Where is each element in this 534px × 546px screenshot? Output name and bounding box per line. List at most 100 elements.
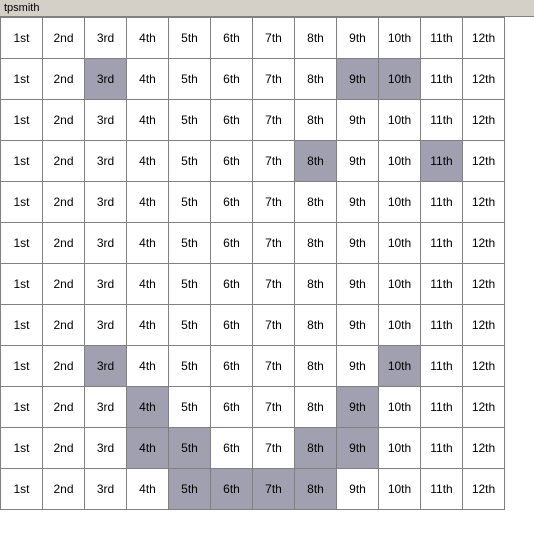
table-cell[interactable]: 12th bbox=[463, 100, 505, 141]
table-cell[interactable]: 7th bbox=[253, 469, 295, 510]
table-cell[interactable]: 11th bbox=[421, 223, 463, 264]
table-cell[interactable]: 8th bbox=[295, 305, 337, 346]
table-cell[interactable]: 4th bbox=[127, 59, 169, 100]
table-cell[interactable]: 8th bbox=[295, 387, 337, 428]
table-cell[interactable]: 4th bbox=[127, 223, 169, 264]
table-cell[interactable]: 1st bbox=[1, 223, 43, 264]
table-cell[interactable]: 6th bbox=[211, 18, 253, 59]
table-cell[interactable]: 12th bbox=[463, 18, 505, 59]
table-cell[interactable]: 3rd bbox=[85, 100, 127, 141]
table-cell[interactable]: 5th bbox=[169, 346, 211, 387]
table-cell[interactable]: 6th bbox=[211, 182, 253, 223]
table-cell[interactable]: 4th bbox=[127, 100, 169, 141]
table-cell[interactable]: 9th bbox=[337, 469, 379, 510]
table-cell[interactable]: 12th bbox=[463, 428, 505, 469]
table-cell[interactable]: 10th bbox=[379, 264, 421, 305]
table-cell[interactable]: 6th bbox=[211, 305, 253, 346]
table-cell[interactable]: 4th bbox=[127, 141, 169, 182]
table-cell[interactable]: 7th bbox=[253, 428, 295, 469]
table-cell[interactable]: 3rd bbox=[85, 59, 127, 100]
table-cell[interactable]: 4th bbox=[127, 305, 169, 346]
table-cell[interactable]: 3rd bbox=[85, 182, 127, 223]
table-cell[interactable]: 12th bbox=[463, 59, 505, 100]
table-cell[interactable]: 10th bbox=[379, 428, 421, 469]
table-cell[interactable]: 7th bbox=[253, 305, 295, 346]
table-cell[interactable]: 7th bbox=[253, 223, 295, 264]
table-cell[interactable]: 6th bbox=[211, 469, 253, 510]
table-cell[interactable]: 1st bbox=[1, 18, 43, 59]
table-cell[interactable]: 11th bbox=[421, 100, 463, 141]
grid-container[interactable]: 1st2nd3rd4th5th6th7th8th9th10th11th12th1… bbox=[0, 17, 534, 545]
table-cell[interactable]: 2nd bbox=[43, 18, 85, 59]
table-cell[interactable]: 5th bbox=[169, 264, 211, 305]
table-cell[interactable]: 12th bbox=[463, 223, 505, 264]
table-cell[interactable]: 3rd bbox=[85, 305, 127, 346]
table-cell[interactable]: 8th bbox=[295, 469, 337, 510]
table-cell[interactable]: 1st bbox=[1, 264, 43, 305]
table-cell[interactable]: 11th bbox=[421, 18, 463, 59]
table-cell[interactable]: 9th bbox=[337, 59, 379, 100]
table-cell[interactable]: 2nd bbox=[43, 141, 85, 182]
table-cell[interactable]: 6th bbox=[211, 59, 253, 100]
table-cell[interactable]: 2nd bbox=[43, 346, 85, 387]
table-cell[interactable]: 7th bbox=[253, 346, 295, 387]
table-cell[interactable]: 8th bbox=[295, 264, 337, 305]
table-cell[interactable]: 8th bbox=[295, 59, 337, 100]
table-cell[interactable]: 11th bbox=[421, 346, 463, 387]
table-cell[interactable]: 7th bbox=[253, 100, 295, 141]
table-cell[interactable]: 7th bbox=[253, 59, 295, 100]
table-cell[interactable]: 10th bbox=[379, 59, 421, 100]
table-cell[interactable]: 10th bbox=[379, 346, 421, 387]
table-cell[interactable]: 10th bbox=[379, 100, 421, 141]
table-cell[interactable]: 5th bbox=[169, 18, 211, 59]
table-cell[interactable]: 11th bbox=[421, 264, 463, 305]
table-cell[interactable]: 3rd bbox=[85, 141, 127, 182]
table-cell[interactable]: 2nd bbox=[43, 182, 85, 223]
table-cell[interactable]: 6th bbox=[211, 141, 253, 182]
table-cell[interactable]: 12th bbox=[463, 264, 505, 305]
table-cell[interactable]: 4th bbox=[127, 264, 169, 305]
table-cell[interactable]: 7th bbox=[253, 141, 295, 182]
table-cell[interactable]: 9th bbox=[337, 182, 379, 223]
table-cell[interactable]: 9th bbox=[337, 264, 379, 305]
table-cell[interactable]: 12th bbox=[463, 387, 505, 428]
table-cell[interactable]: 11th bbox=[421, 141, 463, 182]
table-cell[interactable]: 9th bbox=[337, 428, 379, 469]
table-cell[interactable]: 11th bbox=[421, 59, 463, 100]
table-cell[interactable]: 2nd bbox=[43, 264, 85, 305]
table-cell[interactable]: 12th bbox=[463, 182, 505, 223]
table-cell[interactable]: 5th bbox=[169, 182, 211, 223]
table-cell[interactable]: 1st bbox=[1, 59, 43, 100]
table-cell[interactable]: 3rd bbox=[85, 387, 127, 428]
table-cell[interactable]: 12th bbox=[463, 141, 505, 182]
table-cell[interactable]: 11th bbox=[421, 305, 463, 346]
table-cell[interactable]: 11th bbox=[421, 387, 463, 428]
table-cell[interactable]: 8th bbox=[295, 100, 337, 141]
table-cell[interactable]: 3rd bbox=[85, 223, 127, 264]
table-cell[interactable]: 10th bbox=[379, 469, 421, 510]
table-cell[interactable]: 8th bbox=[295, 223, 337, 264]
table-cell[interactable]: 1st bbox=[1, 100, 43, 141]
table-cell[interactable]: 10th bbox=[379, 141, 421, 182]
table-cell[interactable]: 2nd bbox=[43, 223, 85, 264]
table-cell[interactable]: 2nd bbox=[43, 305, 85, 346]
table-cell[interactable]: 1st bbox=[1, 346, 43, 387]
table-cell[interactable]: 3rd bbox=[85, 346, 127, 387]
table-cell[interactable]: 4th bbox=[127, 469, 169, 510]
table-cell[interactable]: 9th bbox=[337, 223, 379, 264]
table-cell[interactable]: 4th bbox=[127, 428, 169, 469]
table-cell[interactable]: 4th bbox=[127, 18, 169, 59]
table-cell[interactable]: 5th bbox=[169, 428, 211, 469]
table-cell[interactable]: 6th bbox=[211, 223, 253, 264]
table-cell[interactable]: 5th bbox=[169, 141, 211, 182]
table-cell[interactable]: 10th bbox=[379, 223, 421, 264]
table-cell[interactable]: 10th bbox=[379, 387, 421, 428]
table-cell[interactable]: 12th bbox=[463, 305, 505, 346]
table-cell[interactable]: 6th bbox=[211, 387, 253, 428]
table-cell[interactable]: 7th bbox=[253, 182, 295, 223]
table-cell[interactable]: 4th bbox=[127, 346, 169, 387]
table-cell[interactable]: 6th bbox=[211, 100, 253, 141]
table-cell[interactable]: 3rd bbox=[85, 428, 127, 469]
table-cell[interactable]: 1st bbox=[1, 387, 43, 428]
table-cell[interactable]: 2nd bbox=[43, 387, 85, 428]
